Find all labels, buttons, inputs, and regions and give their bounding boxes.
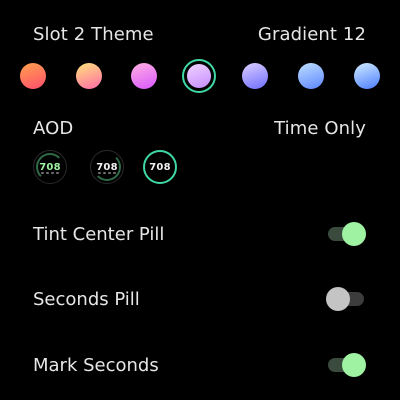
toggle-thumb (326, 287, 350, 311)
toggle-seconds-pill[interactable] (326, 287, 366, 311)
theme-header: Slot 2 Theme Gradient 12 (33, 24, 366, 45)
toggle-mark-seconds[interactable] (326, 353, 366, 377)
swatch-0[interactable] (20, 63, 46, 89)
swatch-3-selected[interactable] (182, 59, 216, 93)
aod-face-minimal-arc (93, 153, 121, 181)
aod-face-time-only-number: 708 (149, 161, 171, 173)
aod-face-list: 708 708 708 (33, 150, 183, 184)
setting-row-seconds-pill[interactable]: Seconds Pill (33, 287, 366, 311)
aod-face-full-dots (40, 172, 60, 174)
aod-label: AOD (33, 118, 74, 139)
swatch-6[interactable] (354, 63, 380, 89)
setting-label-seconds-pill: Seconds Pill (33, 288, 140, 310)
toggle-tint-center-pill[interactable] (326, 222, 366, 246)
swatch-3-fill (187, 64, 211, 88)
theme-value: Gradient 12 (257, 24, 366, 45)
swatch-4[interactable] (242, 63, 268, 89)
setting-label-mark-seconds: Mark Seconds (33, 354, 159, 376)
setting-row-tint-center-pill[interactable]: Tint Center Pill (33, 222, 366, 246)
swatch-5[interactable] (298, 63, 324, 89)
aod-face-minimal[interactable]: 708 (90, 150, 124, 184)
theme-swatch-list (20, 59, 380, 93)
aod-face-full[interactable]: 708 (33, 150, 67, 184)
toggle-thumb (342, 222, 366, 246)
setting-label-tint-center-pill: Tint Center Pill (33, 223, 165, 245)
aod-value: Time Only (274, 118, 366, 139)
aod-face-minimal-dots (97, 172, 117, 174)
swatch-2[interactable] (131, 63, 157, 89)
setting-row-mark-seconds[interactable]: Mark Seconds (33, 353, 366, 377)
swatch-1[interactable] (76, 63, 102, 89)
aod-face-full-arc (36, 153, 64, 181)
toggle-thumb (342, 353, 366, 377)
aod-header: AOD Time Only (33, 118, 366, 139)
aod-face-time-only[interactable]: 708 (143, 150, 177, 184)
theme-label: Slot 2 Theme (33, 24, 154, 45)
